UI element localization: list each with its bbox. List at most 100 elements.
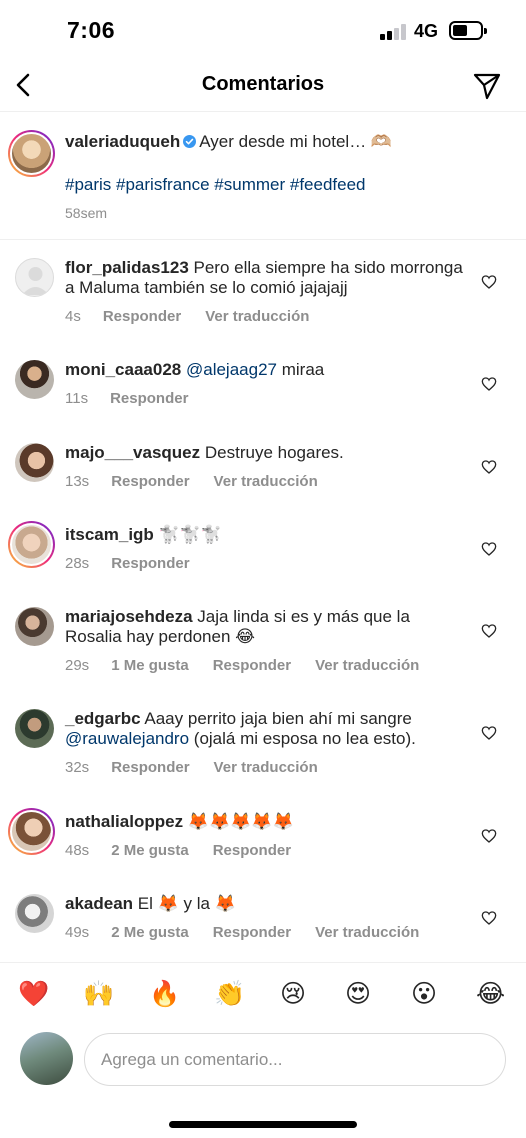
comment-text: mariajosehdeza Jaja linda si es y más qu… [65,607,465,647]
heart-icon[interactable] [481,828,497,844]
translate-button[interactable]: Ver traducción [205,308,309,325]
nav-bar: Comentarios [0,62,526,112]
emoji-button-heart[interactable]: ❤️ [18,979,49,1009]
home-indicator [169,1121,357,1128]
comment-meta: 28s Responder [65,555,214,572]
reply-button[interactable]: Responder [213,657,291,674]
comment-time: 13s [65,473,90,490]
comment-username[interactable]: itscam_igb [65,525,154,544]
likes-count[interactable]: 2 Me gusta [111,842,189,859]
caption-body: Ayer desde mi hotel… 🫶🏼 [199,132,393,151]
comment-text: flor_palidas123 Pero ella siempre ha sid… [65,258,465,298]
emoji-button-cry[interactable]: 😢 [280,979,306,1009]
translate-button[interactable]: Ver traducción [214,473,318,490]
comment-mention[interactable]: @alejaag27 [186,360,277,379]
comment-username[interactable]: akadean [65,894,133,913]
translate-button[interactable]: Ver traducción [315,657,419,674]
avatar[interactable] [15,709,54,748]
emoji-button-heart-eyes[interactable]: 😍 [345,979,371,1009]
caption-hashtags[interactable]: #paris #parisfrance #summer #feedfeed [65,175,366,195]
reply-button[interactable]: Responder [111,473,189,490]
network-label: 4G [414,21,439,41]
heart-icon[interactable] [481,459,497,475]
emoji-button-laugh[interactable]: 😂 [476,979,505,1009]
comment-meta: 29s 1 Me gusta Responder Ver traducción [65,657,443,674]
caption-username[interactable]: valeriaduqueh [65,132,180,151]
likes-count[interactable]: 2 Me gusta [111,924,189,941]
comment-meta: 32s Responder Ver traducción [65,759,342,776]
translate-button[interactable]: Ver traducción [315,924,419,941]
comment-input[interactable] [84,1033,506,1086]
emoji-button-raised-hands[interactable]: 🙌 [83,979,114,1009]
reply-button[interactable]: Responder [213,842,291,859]
caption-time: 58sem [65,205,108,221]
battery-icon [449,21,487,40]
emoji-button-clap[interactable]: 👏 [214,979,245,1009]
status-time: 7:06 [67,17,116,43]
avatar[interactable] [8,521,55,568]
reply-button[interactable]: Responder [111,555,189,572]
heart-icon[interactable] [481,623,497,639]
comment-meta: 49s 2 Me gusta Responder Ver traducción [65,924,443,941]
status-bar: 7:06 4G [0,0,526,62]
emoji-button-surprised[interactable]: 😮 [411,979,437,1009]
comment-username[interactable]: mariajosehdeza [65,607,193,626]
comment-mention[interactable]: @rauwalejandro [65,729,189,748]
translate-button[interactable]: Ver traducción [214,759,318,776]
heart-icon[interactable] [481,376,497,392]
page-title: Comentarios [201,73,325,95]
caption-text: valeriaduqueh Ayer desde mi hotel… 🫶🏼 [65,131,392,153]
comment-text: majo___vasquez Destruye hogares. [65,443,465,463]
comment-time: 48s [65,842,90,859]
reply-button[interactable]: Responder [111,759,189,776]
reply-button[interactable]: Responder [103,308,181,325]
comment-body: Destruye hogares. [204,443,344,462]
verified-badge-icon [183,135,197,148]
avatar[interactable] [15,894,54,933]
comment-time: 49s [65,924,90,941]
comment-time: 32s [65,759,90,776]
comment-meta: 48s 2 Me gusta Responder [65,842,315,859]
comment-username[interactable]: _edgarbc [65,709,141,728]
reply-button[interactable]: Responder [213,924,291,941]
signal-icon [380,23,406,40]
heart-icon[interactable] [481,541,497,557]
avatar[interactable] [8,130,55,177]
my-avatar[interactable] [20,1032,73,1085]
emoji-quick-bar: ❤️ 🙌 🔥 👏 😢 😍 😮 😂 [0,962,526,1030]
comment-meta: 4s Responder Ver traducción [65,308,333,325]
comment-text: moni_caaa028 @alejaag27 miraa [65,360,465,380]
comment-text: nathalialoppez 🦊🦊🦊🦊🦊 [65,812,465,832]
comment-body: miraa [281,360,325,379]
heart-icon[interactable] [481,910,497,926]
heart-icon[interactable] [481,725,497,741]
comment-body: El 🦊 y la 🦊 [137,894,236,913]
comment-meta: 13s Responder Ver traducción [65,473,342,490]
comment-text: akadean El 🦊 y la 🦊 [65,894,465,914]
comment-username[interactable]: flor_palidas123 [65,258,189,277]
avatar[interactable] [15,443,54,482]
comment-body-cont: (ojalá mi esposa no lea esto). [193,729,416,748]
comment-username[interactable]: moni_caaa028 [65,360,181,379]
comment-time: 4s [65,308,81,325]
comment-username[interactable]: majo___vasquez [65,443,200,462]
reply-button[interactable]: Responder [110,390,188,407]
comment-body: Aaay perrito jaja bien ahí mi sangre [144,709,412,728]
avatar[interactable] [8,808,55,855]
avatar[interactable] [15,607,54,646]
comment-time: 28s [65,555,90,572]
comment-username[interactable]: nathalialoppez [65,812,183,831]
comment-text: _edgarbc Aaay perrito jaja bien ahí mi s… [65,709,465,749]
avatar[interactable] [15,258,54,297]
emoji-button-fire[interactable]: 🔥 [149,979,180,1009]
comment-body: 🦊🦊🦊🦊🦊 [187,812,294,831]
comment-body: 🐩🐩🐩 [158,525,223,544]
comment-text: itscam_igb 🐩🐩🐩 [65,525,465,545]
likes-count[interactable]: 1 Me gusta [111,657,189,674]
heart-icon[interactable] [481,274,497,290]
comment-composer [0,1030,526,1100]
comment-time: 29s [65,657,90,674]
comment-meta: 11s Responder [65,390,212,407]
send-icon[interactable] [472,71,502,101]
avatar[interactable] [15,360,54,399]
